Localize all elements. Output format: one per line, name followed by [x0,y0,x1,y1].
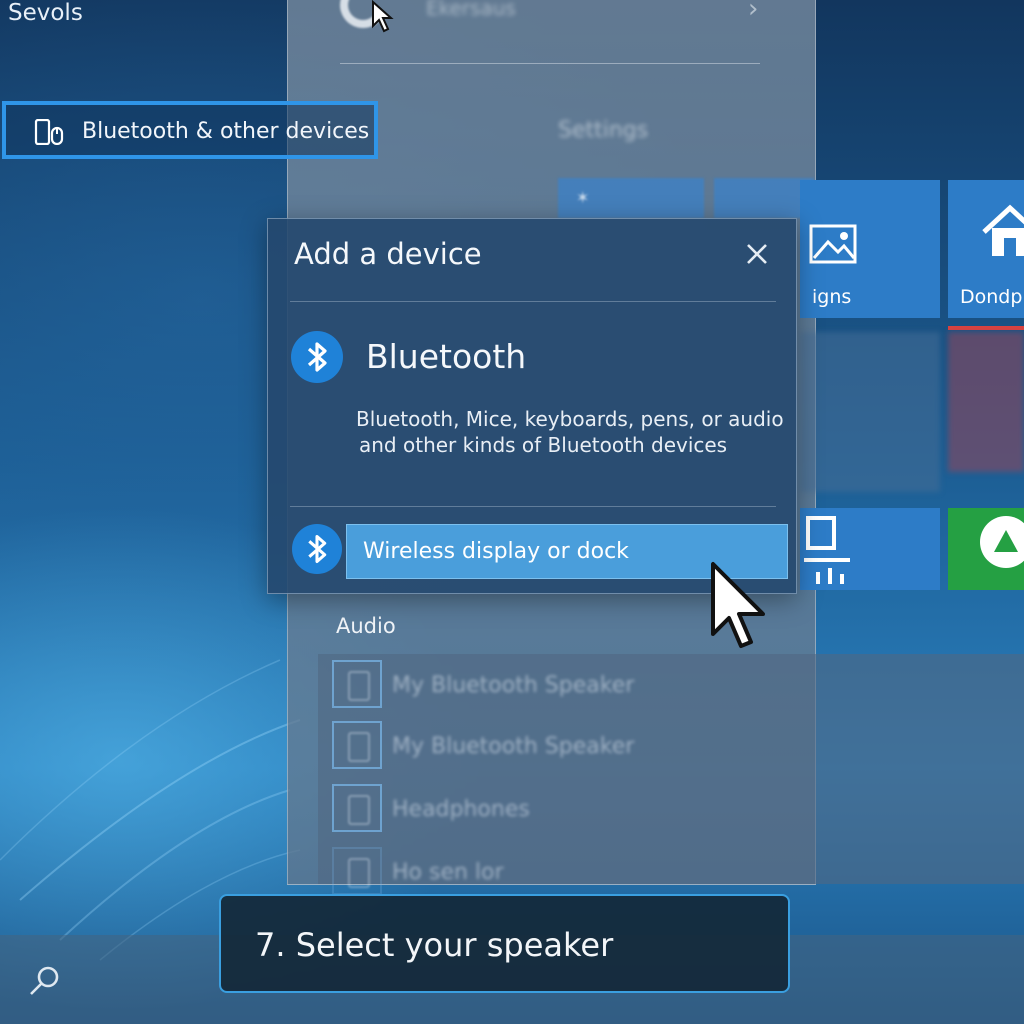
device-name: Headphones [392,797,530,822]
home-icon [982,204,1024,256]
tile-images[interactable]: igns [800,180,940,318]
device-name: Ho sen lor [392,860,504,885]
speaker-icon [332,721,382,769]
search-icon[interactable] [26,960,66,1000]
settings-button-secondary[interactable] [714,178,814,218]
bluetooth-option-title: Bluetooth [366,337,527,376]
bluetooth-option-desc: Bluetooth, Mice, keyboards, pens, or aud… [356,407,784,431]
dialog-divider [290,506,776,507]
device-name: My Bluetooth Speaker [392,673,635,698]
mouse-cursor-icon [711,562,765,648]
bluetooth-icon [291,331,343,383]
device-name: My Bluetooth Speaker [392,734,635,759]
tile-accent-bar [948,326,1024,330]
phone-mouse-icon [34,119,64,145]
display-icon [804,516,850,584]
list-item[interactable]: My Bluetooth Speaker [332,660,932,710]
close-icon[interactable] [738,235,776,273]
dialog-divider [290,301,776,302]
chevron-right-icon[interactable]: › [748,0,758,24]
bluetooth-option[interactable] [268,319,796,489]
image-icon [809,224,857,264]
sidebar-item-bluetooth[interactable]: Bluetooth & other devices [2,101,378,159]
wireless-display-label: Wireless display or dock [363,539,629,564]
sidebar-item-label: Bluetooth & other devices [82,119,370,144]
headphones-icon [332,784,382,832]
tile-blurred[interactable] [800,332,940,492]
list-item[interactable]: Headphones [332,784,932,834]
step-caption: 7. Select your speaker [219,894,790,993]
bluetooth-option-desc: and other kinds of Bluetooth devices [359,433,728,457]
device-icon [332,847,382,895]
add-device-dialog: Add a device Bluetooth Bluetooth, Mice, … [267,218,797,594]
settings-button[interactable] [558,178,704,218]
speaker-icon [332,660,382,708]
bluetooth-icon [292,524,342,574]
tile-green[interactable] [948,508,1024,590]
tile-label: Dondp [960,286,1023,308]
panel-divider [340,63,760,64]
tile-blurred[interactable] [948,332,1024,472]
dialog-title: Add a device [294,237,482,271]
desktop-title: Sevols [8,0,83,26]
account-name: Ekersaus [426,0,516,20]
mouse-cursor-icon [372,0,394,33]
settings-label: Settings [558,118,649,143]
list-item[interactable]: Ho sen lor [332,847,932,897]
tile-label: igns [812,286,852,308]
tile-display[interactable] [800,508,940,590]
step-caption-text: 7. Select your speaker [255,926,614,964]
tile-home[interactable]: Dondp [948,180,1024,318]
audio-device-list: My Bluetooth Speaker My Bluetooth Speake… [318,654,1024,895]
audio-heading: Audio [336,614,396,638]
refresh-icon [980,516,1024,568]
list-item[interactable]: My Bluetooth Speaker [332,721,932,771]
